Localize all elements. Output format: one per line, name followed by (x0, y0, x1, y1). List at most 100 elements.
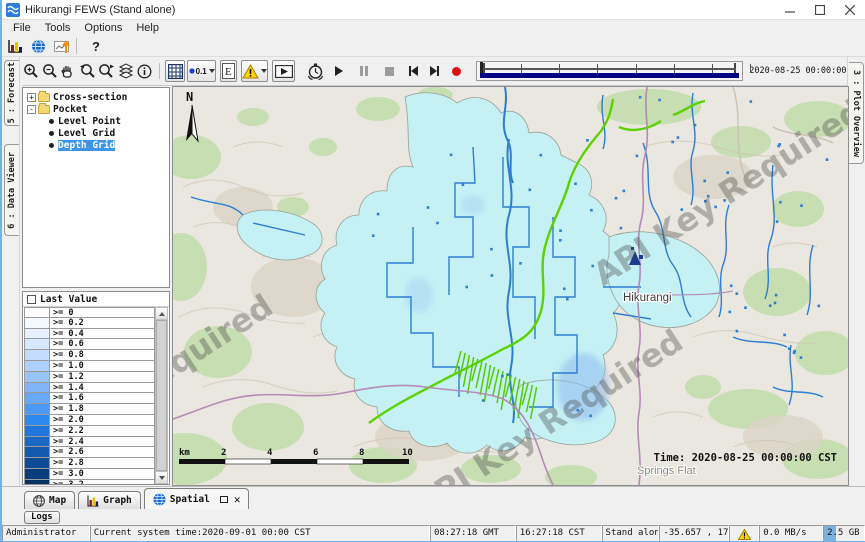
tree-expander[interactable]: + (27, 93, 36, 102)
animation-button[interactable] (272, 60, 294, 82)
tree-expander[interactable]: - (27, 105, 36, 114)
record-button[interactable] (446, 61, 468, 81)
legend-row[interactable]: >= 0.6 (24, 339, 155, 350)
legend-row[interactable]: >= 2.6 (24, 447, 155, 458)
tab-data-viewer[interactable]: 6 : Data Viewer (4, 144, 19, 236)
bullet-icon (49, 131, 54, 136)
tab-spatial[interactable]: Spatial ✕ (144, 488, 250, 509)
map-canvas: API Key Required API Key Required API Ke… (173, 87, 848, 485)
legend-color-swatch (24, 372, 50, 383)
help-button[interactable]: ? (92, 39, 100, 54)
warnings-dropdown-button[interactable] (241, 60, 268, 82)
time-slider-range (480, 73, 740, 78)
legend-color-swatch (24, 383, 50, 394)
bullet-icon (49, 119, 54, 124)
zoom-out-icon[interactable] (40, 61, 58, 81)
scroll-down-button[interactable] (156, 471, 167, 483)
svg-text:E: E (225, 66, 232, 78)
legend-row[interactable]: >= 2.2 (24, 426, 155, 437)
pan-hand-icon[interactable] (59, 61, 77, 81)
tree-item-level-grid[interactable]: Level Grid (23, 127, 169, 139)
legend-row[interactable]: >= 2.0 (24, 415, 155, 426)
play-button[interactable] (327, 61, 352, 81)
status-local-time: 16:27:18 CST (516, 525, 602, 542)
minimize-button[interactable] (775, 0, 805, 20)
scrollbar-thumb[interactable] (156, 320, 167, 471)
legend-row[interactable]: >= 1.4 (24, 383, 155, 394)
legend-row[interactable]: >= 2.8 (24, 458, 155, 469)
legend-row[interactable]: >= 1.0 (24, 361, 155, 372)
time-slider[interactable] (476, 61, 744, 81)
tab-graph[interactable]: Graph (78, 491, 141, 509)
layers-tree-panel: + Cross-section-PocketLevel PointLevel Gr… (22, 87, 170, 288)
svg-text:10: 10 (402, 448, 413, 458)
stop-button[interactable] (377, 61, 402, 81)
legend-class-label: >= 2.2 (50, 426, 155, 437)
scroll-up-button[interactable] (156, 308, 167, 320)
last-value-checkbox[interactable] (27, 295, 36, 304)
menu-item-options[interactable]: Options (77, 22, 129, 34)
legend-row[interactable]: >= 3.2 (24, 480, 155, 484)
map-viewport[interactable]: API Key Required API Key Required API Ke… (172, 86, 849, 486)
tab-maximize-icon[interactable] (220, 496, 228, 503)
explorer-chart-icon[interactable] (7, 36, 23, 56)
status-coordinates: -35.657 , 174.199 (659, 525, 729, 542)
legend-scrollbar[interactable] (155, 307, 168, 484)
status-user: Administrator (2, 525, 90, 542)
tree-item-pocket[interactable]: -Pocket (23, 103, 169, 115)
legend-color-swatch (24, 329, 50, 340)
tree-item-label: Level Grid (58, 128, 115, 139)
skip-to-end-button[interactable] (424, 61, 446, 81)
close-button[interactable] (835, 0, 865, 20)
legend-row[interactable]: >= 0.4 (24, 329, 155, 340)
legend-row[interactable]: >= 2.4 (24, 437, 155, 448)
legend-class-label: >= 1.0 (50, 361, 155, 372)
tree-item-level-point[interactable]: Level Point (23, 115, 169, 127)
legend-class-label: >= 2.4 (50, 437, 155, 448)
info-icon[interactable] (135, 61, 153, 81)
legend-class-label: >= 1.8 (50, 404, 155, 415)
timeseries-icon[interactable] (54, 36, 71, 56)
tab-map[interactable]: Map (24, 491, 75, 509)
legend-color-swatch (24, 404, 50, 415)
warning-icon (738, 529, 751, 540)
folder-icon (38, 93, 50, 102)
timer-icon[interactable] (305, 61, 327, 81)
globe-icon[interactable] (31, 36, 46, 56)
legend-row[interactable]: >= 3.0 (24, 469, 155, 480)
labels-toggle-button[interactable]: E (220, 60, 237, 82)
legend-row[interactable]: >= 1.6 (24, 393, 155, 404)
zoom-in-icon[interactable] (22, 61, 40, 81)
svg-text:6: 6 (313, 448, 318, 458)
legend-row[interactable]: >= 0.8 (24, 350, 155, 361)
pause-button[interactable] (352, 61, 377, 81)
status-mode: Stand alone (602, 525, 660, 542)
menu-item-help[interactable]: Help (129, 22, 166, 34)
grid-display-button[interactable] (165, 60, 185, 82)
legend-row[interactable]: >= 0 (24, 307, 155, 318)
legend-class-label: >= 1.4 (50, 383, 155, 394)
menu-item-file[interactable]: File (6, 22, 38, 34)
legend-row[interactable]: >= 1.8 (24, 404, 155, 415)
skip-to-start-button[interactable] (402, 61, 424, 81)
zoom-next-icon[interactable] (97, 61, 116, 81)
legend-row[interactable]: >= 1.2 (24, 372, 155, 383)
tab-forecast[interactable]: 5 : Forecast (4, 60, 19, 126)
svg-text:Hikurangi: Hikurangi (623, 292, 672, 304)
status-warning[interactable] (729, 525, 759, 542)
legend-row[interactable]: >= 0.2 (24, 318, 155, 329)
legend-class-label: >= 2.6 (50, 447, 155, 458)
tab-close-icon[interactable]: ✕ (234, 493, 241, 506)
layers-icon[interactable] (116, 61, 135, 81)
contour-value-dropdown[interactable]: 0.1 (187, 60, 216, 82)
legend-color-swatch (24, 393, 50, 404)
tree-item-cross-section[interactable]: + Cross-section (23, 91, 169, 103)
tree-item-label: Cross-section (53, 92, 127, 103)
logs-tab[interactable]: Logs (24, 511, 60, 524)
zoom-previous-icon[interactable] (77, 61, 96, 81)
menu-item-tools[interactable]: Tools (38, 22, 78, 34)
maximize-button[interactable] (805, 0, 835, 20)
svg-text:2: 2 (221, 448, 226, 458)
tab-plot-overview[interactable]: 3 : Plot Overview (849, 62, 864, 164)
tree-item-depth-grid[interactable]: Depth Grid (23, 139, 169, 151)
